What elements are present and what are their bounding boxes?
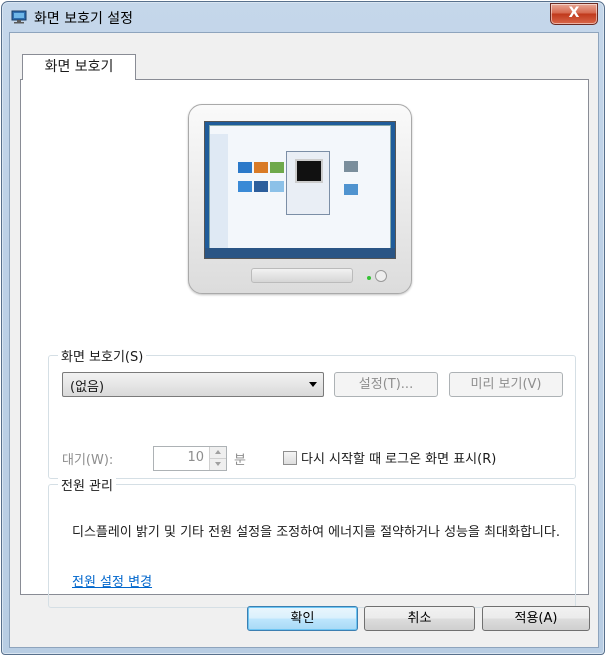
wait-minutes-stepper[interactable]: 10 bbox=[153, 446, 227, 471]
ok-button[interactable]: 확인 bbox=[247, 606, 358, 631]
window-title: 화면 보호기 설정 bbox=[34, 11, 134, 27]
screensaver-group-legend: 화면 보호기(S) bbox=[58, 346, 147, 365]
monitor-preview bbox=[188, 104, 412, 294]
preview-button[interactable]: 미리 보기(V) bbox=[449, 372, 563, 397]
cancel-button[interactable]: 취소 bbox=[364, 606, 475, 631]
close-button[interactable]: X bbox=[550, 3, 598, 25]
screensaver-settings-window: 화면 보호기 설정 X 화면 보호기 화면 보호기(S) (없음) 설정(T).… bbox=[1, 1, 605, 655]
chevron-down-icon bbox=[309, 382, 317, 387]
tab-screensaver[interactable]: 화면 보호기 bbox=[22, 54, 136, 80]
spin-up-icon[interactable] bbox=[210, 447, 226, 459]
display-settings-icon bbox=[11, 10, 27, 24]
screensaver-select[interactable]: (없음) bbox=[62, 372, 324, 397]
preview-screen bbox=[204, 121, 396, 259]
power-button-icon bbox=[375, 270, 387, 282]
apply-button[interactable]: 적용(A) bbox=[482, 606, 590, 631]
preview-dialog-thumbnail bbox=[286, 151, 330, 215]
spin-down-icon[interactable] bbox=[210, 459, 226, 470]
settings-button[interactable]: 설정(T)... bbox=[334, 372, 438, 397]
dialog-client-area: 화면 보호기 화면 보호기(S) (없음) 설정(T)... 미리 보기(V) … bbox=[9, 32, 599, 648]
wait-label: 대기(W): bbox=[62, 453, 114, 468]
preview-window-thumbnail bbox=[209, 125, 391, 249]
power-led-icon bbox=[367, 276, 371, 280]
resume-logon-checkbox[interactable] bbox=[283, 451, 297, 465]
screensaver-select-value: (없음) bbox=[70, 380, 105, 395]
title-bar[interactable]: 화면 보호기 설정 X bbox=[2, 2, 604, 32]
wait-unit-label: 분 bbox=[234, 453, 246, 468]
change-power-settings-link[interactable]: 전원 설정 변경 bbox=[72, 571, 152, 590]
resume-logon-label[interactable]: 다시 시작할 때 로그온 화면 표시(R) bbox=[301, 448, 496, 467]
power-group-legend: 전원 관리 bbox=[58, 475, 116, 494]
wait-minutes-value: 10 bbox=[187, 450, 204, 465]
power-description: 디스플레이 밝기 및 기타 전원 설정을 조정하여 에너지를 절약하거나 성능을… bbox=[72, 525, 560, 540]
monitor-bezel-panel bbox=[251, 268, 353, 283]
